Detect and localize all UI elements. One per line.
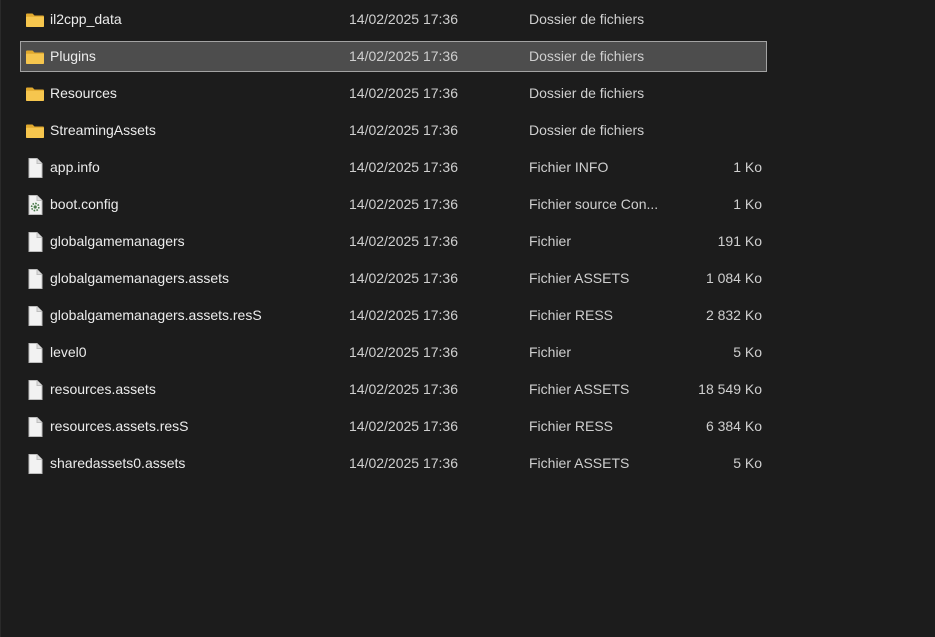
file-modified-date: 14/02/2025 17:36	[349, 381, 458, 397]
file-name: il2cpp_data	[50, 11, 122, 27]
file-size: 1 Ko	[733, 159, 762, 175]
file-list-pane[interactable]: il2cpp_data 14/02/2025 17:36 Dossier de fi…	[0, 0, 935, 637]
file-row[interactable]: Plugins 14/02/2025 17:36 Dossier de fichie…	[20, 41, 767, 72]
file-modified-date: 14/02/2025 17:36	[349, 196, 458, 212]
file-icon	[25, 264, 45, 293]
file-size: 191 Ko	[717, 233, 762, 249]
file-name: resources.assets	[50, 381, 156, 397]
file-name: Plugins	[50, 48, 96, 64]
file-name: StreamingAssets	[50, 122, 156, 138]
file-type: Dossier de fichiers	[529, 48, 645, 64]
file-icon	[25, 153, 45, 182]
file-size	[671, 5, 762, 34]
file-name: sharedassets0.assets	[50, 455, 186, 471]
file-row[interactable]: globalgamemanagers.assets.resS 14/02/2025…	[20, 300, 767, 331]
file-row[interactable]: resources.assets 14/02/2025 17:36 Fichier …	[20, 374, 767, 405]
file-modified-date: 14/02/2025 17:36	[349, 418, 458, 434]
folder-icon	[25, 79, 45, 108]
file-name: boot.config	[50, 196, 119, 212]
config-file-icon	[25, 190, 45, 219]
file-icon	[25, 412, 45, 441]
file-size: 2 832 Ko	[705, 307, 762, 323]
file-type: Dossier de fichiers	[529, 122, 645, 138]
file-type: Dossier de fichiers	[529, 11, 645, 27]
file-modified-date: 14/02/2025 17:36	[349, 159, 458, 175]
file-type: Fichier	[529, 344, 572, 360]
file-modified-date: 14/02/2025 17:36	[349, 455, 458, 471]
file-row[interactable]: StreamingAssets 14/02/2025 17:36 Dossier d…	[20, 115, 767, 146]
file-row[interactable]: level0 14/02/2025 17:36 Fichier 5 Ko	[20, 337, 767, 368]
file-row[interactable]: resources.assets.resS 14/02/2025 17:36 Fic…	[20, 411, 767, 442]
file-name: globalgamemanagers.assets.resS	[50, 307, 262, 323]
file-type: Fichier RESS	[529, 418, 614, 434]
file-size: 18 549 Ko	[698, 381, 762, 397]
file-icon	[25, 301, 45, 330]
file-row[interactable]: boot.config 14/02/2025 17:36 Fichier sourc…	[20, 189, 767, 220]
file-row[interactable]: il2cpp_data 14/02/2025 17:36 Dossier de fi…	[20, 4, 767, 35]
file-size	[671, 116, 762, 145]
file-row[interactable]: app.info 14/02/2025 17:36 Fichier INFO 1 Ko	[20, 152, 767, 183]
file-modified-date: 14/02/2025 17:36	[349, 307, 458, 323]
file-icon	[25, 338, 45, 367]
file-name: globalgamemanagers.assets	[50, 270, 229, 286]
file-type: Fichier INFO	[529, 159, 609, 175]
file-icon	[25, 227, 45, 256]
folder-icon	[25, 42, 45, 71]
file-type: Fichier ASSETS	[529, 455, 630, 471]
file-name: Resources	[50, 85, 117, 101]
file-icon	[25, 449, 45, 478]
file-size: 5 Ko	[733, 455, 762, 471]
file-list: il2cpp_data 14/02/2025 17:36 Dossier de fi…	[20, 4, 767, 485]
file-row[interactable]: sharedassets0.assets 14/02/2025 17:36 Fich…	[20, 448, 767, 479]
file-modified-date: 14/02/2025 17:36	[349, 85, 458, 101]
file-type: Fichier ASSETS	[529, 270, 630, 286]
folder-icon	[25, 116, 45, 145]
file-modified-date: 14/02/2025 17:36	[349, 344, 458, 360]
file-size: 6 384 Ko	[705, 418, 762, 434]
file-size	[671, 79, 762, 108]
file-modified-date: 14/02/2025 17:36	[349, 233, 458, 249]
file-modified-date: 14/02/2025 17:36	[349, 48, 458, 64]
file-type: Fichier ASSETS	[529, 381, 630, 397]
file-name: resources.assets.resS	[50, 418, 189, 434]
file-size: 5 Ko	[733, 344, 762, 360]
file-size: 1 Ko	[733, 196, 762, 212]
file-name: level0	[50, 344, 87, 360]
file-type: Fichier RESS	[529, 307, 614, 323]
file-type: Dossier de fichiers	[529, 85, 645, 101]
file-modified-date: 14/02/2025 17:36	[349, 11, 458, 27]
file-size	[671, 42, 762, 71]
file-row[interactable]: globalgamemanagers.assets 14/02/2025 17:3…	[20, 263, 767, 294]
file-modified-date: 14/02/2025 17:36	[349, 122, 458, 138]
file-modified-date: 14/02/2025 17:36	[349, 270, 458, 286]
file-row[interactable]: Resources 14/02/2025 17:36 Dossier de fich…	[20, 78, 767, 109]
folder-icon	[25, 5, 45, 34]
file-type: Fichier	[529, 233, 572, 249]
file-type: Fichier source Con...	[529, 196, 659, 212]
file-name: globalgamemanagers	[50, 233, 185, 249]
file-size: 1 084 Ko	[705, 270, 762, 286]
file-icon	[25, 375, 45, 404]
file-name: app.info	[50, 159, 100, 175]
file-row[interactable]: globalgamemanagers 14/02/2025 17:36 Fichie…	[20, 226, 767, 257]
